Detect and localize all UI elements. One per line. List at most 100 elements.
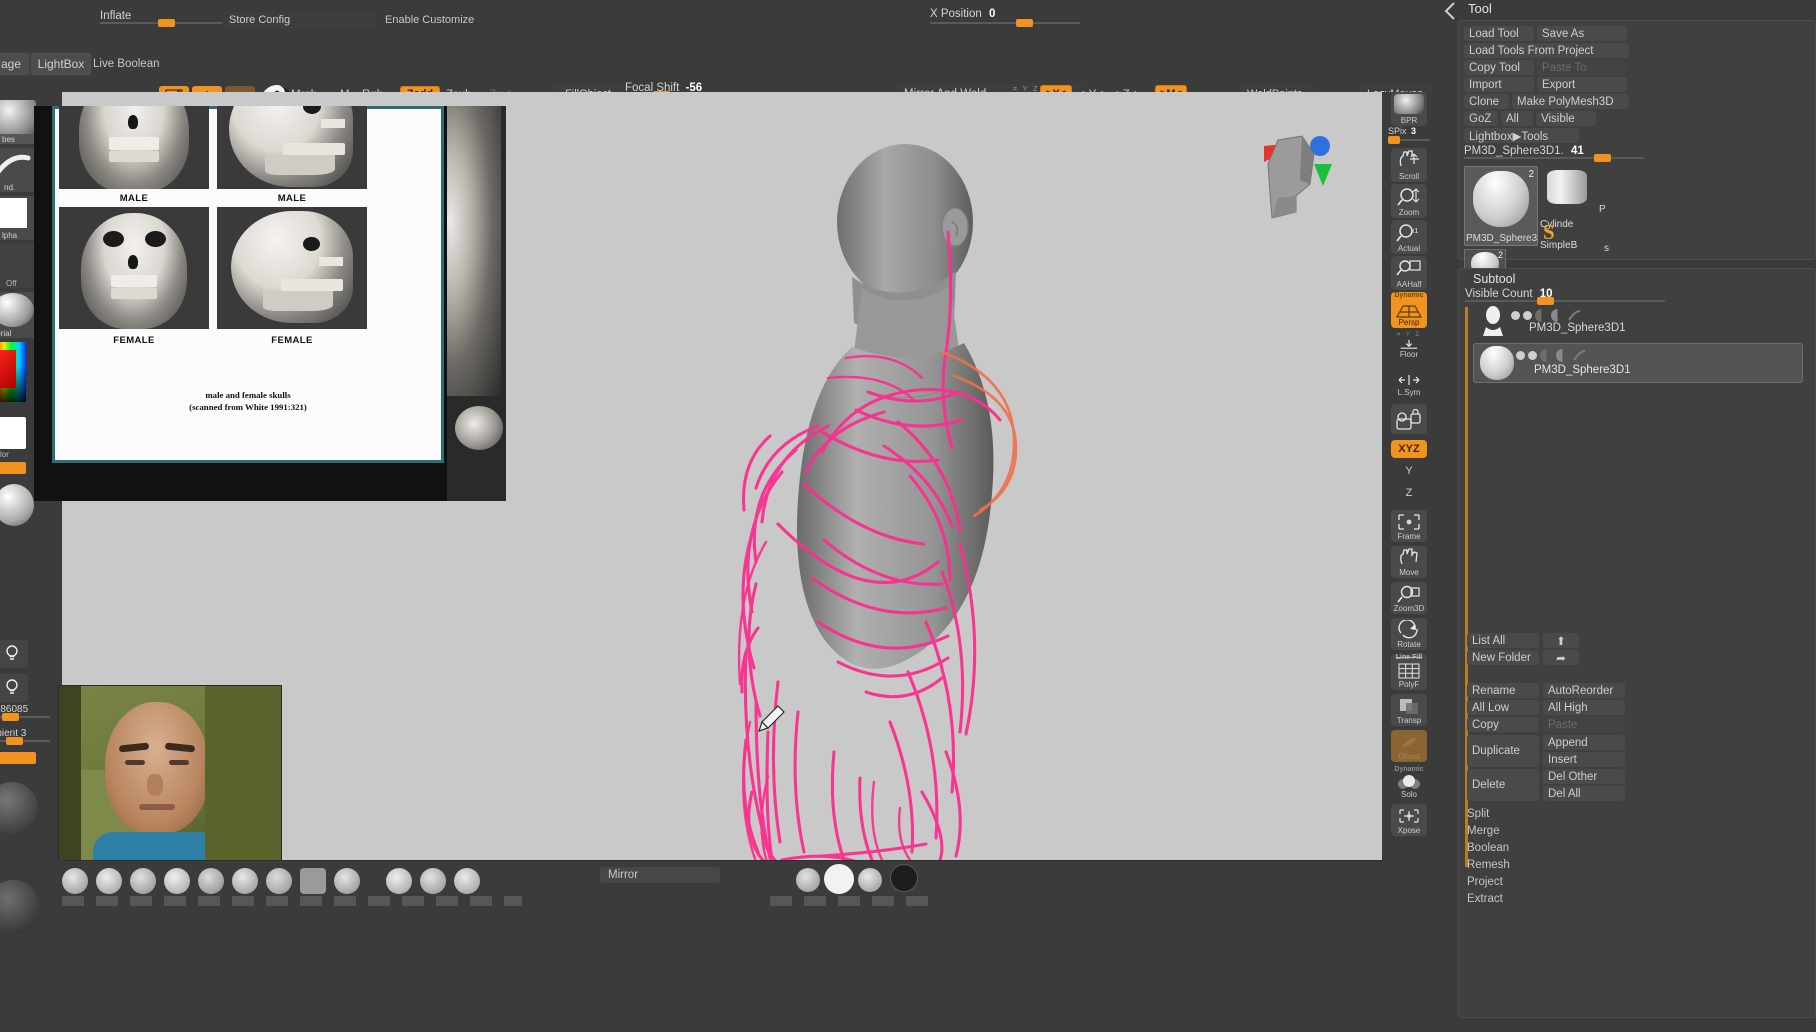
bottom-brush-preview-8[interactable] xyxy=(300,868,326,894)
move-into-folder-button[interactable]: ➦ xyxy=(1543,650,1579,665)
subtool-eye-toggle[interactable] xyxy=(1511,311,1520,320)
subtool-brush-icon[interactable] xyxy=(1567,309,1581,322)
copy-button[interactable]: Copy xyxy=(1467,717,1539,732)
nav-head-widget[interactable] xyxy=(1262,134,1320,222)
brush-swatch[interactable]: bes xyxy=(0,100,36,144)
paste-button[interactable]: Paste xyxy=(1543,717,1625,732)
rail-transp-button[interactable]: Transp xyxy=(1391,694,1427,726)
bottom-brush-preview-3[interactable] xyxy=(130,868,156,894)
subtool-brush-icon[interactable] xyxy=(1572,349,1586,362)
split-section[interactable]: Split xyxy=(1467,808,1489,820)
bottom-brush-preview-9[interactable] xyxy=(334,868,360,894)
rail-zoom-button[interactable]: Zoom xyxy=(1391,184,1427,218)
webcam-overlay[interactable] xyxy=(58,685,282,862)
save-as-button[interactable]: Save As xyxy=(1537,26,1627,41)
tool-item-cylinder[interactable]: Cylinde xyxy=(1540,166,1595,230)
move-up-button[interactable]: ⬆ xyxy=(1543,633,1579,648)
list-all-button[interactable]: List All xyxy=(1467,633,1539,648)
light-intensity-slider[interactable]: 0.86085 xyxy=(0,704,50,721)
lightbox-button[interactable]: LightBox xyxy=(30,52,92,76)
rail-persp-button[interactable]: Dynamic Persp xyxy=(1391,292,1427,328)
rail-lsym-button[interactable]: L.Sym xyxy=(1391,370,1427,398)
bottom-brush-preview-2[interactable] xyxy=(96,868,122,894)
subtool-eye-toggle-2[interactable] xyxy=(1523,311,1532,320)
bottom-alpha-preview-2[interactable] xyxy=(824,864,854,894)
light-sphere-preview[interactable] xyxy=(0,782,38,834)
rail-floor-button[interactable]: ⌗ Y Z Floor xyxy=(1391,332,1427,360)
live-boolean-button[interactable]: Live Boolean xyxy=(93,58,160,70)
rename-button[interactable]: Rename xyxy=(1467,683,1539,698)
rail-polyf-button[interactable]: Line Fill PolyF xyxy=(1391,654,1427,690)
tool-item-label-s[interactable]: s xyxy=(1604,243,1609,254)
subtool-half-circle-icon[interactable] xyxy=(1535,309,1548,322)
goz-button[interactable]: GoZ xyxy=(1464,111,1498,126)
current-color-swatch[interactable] xyxy=(0,417,26,449)
rail-yrot-button[interactable]: Y xyxy=(1391,462,1427,480)
subtool-row[interactable]: PM3D_Sphere3D1 xyxy=(1473,305,1803,341)
rail-aahalf-button[interactable]: AAHalf xyxy=(1391,256,1427,290)
rail-solo-button[interactable]: Dynamic Solo xyxy=(1391,766,1427,800)
extract-section[interactable]: Extract xyxy=(1467,893,1503,905)
light-button-1[interactable] xyxy=(0,640,28,668)
insert-button[interactable]: Insert xyxy=(1543,752,1625,767)
rail-move-button[interactable]: Move xyxy=(1391,546,1427,578)
color-picker[interactable] xyxy=(0,342,26,402)
subtool-half-circle-icon-2[interactable] xyxy=(1556,349,1569,362)
light-color-bar[interactable] xyxy=(0,752,36,764)
rail-transform-lock-button[interactable] xyxy=(1391,404,1427,434)
all-button[interactable]: All xyxy=(1501,111,1533,126)
mirror-field[interactable]: Mirror xyxy=(600,867,720,883)
bottom-brush-preview-10[interactable] xyxy=(386,868,412,894)
del-other-button[interactable]: Del Other xyxy=(1543,769,1625,784)
duplicate-button[interactable]: Duplicate xyxy=(1467,735,1539,767)
subtool-eye-toggle[interactable] xyxy=(1516,351,1525,360)
ambient-slider[interactable]: mbient 3 xyxy=(0,728,50,745)
bottom-brush-preview-6[interactable] xyxy=(232,868,258,894)
store-config-button[interactable]: Store Config xyxy=(222,12,377,28)
rail-frame-button[interactable]: Frame xyxy=(1391,510,1427,542)
bottom-alpha-preview-1[interactable] xyxy=(796,868,820,892)
boolean-section[interactable]: Boolean xyxy=(1467,842,1509,854)
light-button-2[interactable] xyxy=(0,674,28,702)
current-tool-slider[interactable]: PM3D_Sphere3D1. 41 xyxy=(1464,145,1644,162)
bottom-brush-preview-12[interactable] xyxy=(454,868,480,894)
alpha-swatch[interactable]: lpha xyxy=(0,196,36,240)
material-preview-sphere[interactable] xyxy=(0,484,34,526)
append-button[interactable]: Append xyxy=(1543,735,1625,750)
subtool-half-circle-icon-2[interactable] xyxy=(1551,309,1564,322)
remesh-section[interactable]: Remesh xyxy=(1467,859,1510,871)
texture-swatch[interactable]: Off xyxy=(0,244,36,288)
new-folder-button[interactable]: New Folder xyxy=(1467,650,1539,665)
rail-ghost-button[interactable]: Ghost xyxy=(1391,730,1427,762)
secondary-color-swatch[interactable] xyxy=(0,462,26,474)
all-high-button[interactable]: All High xyxy=(1543,700,1625,715)
del-all-button[interactable]: Del All xyxy=(1543,786,1625,801)
bottom-alpha-preview-4[interactable] xyxy=(890,864,918,892)
image-button[interactable]: age xyxy=(0,52,30,76)
make-polymesh3d-button[interactable]: Make PolyMesh3D xyxy=(1512,94,1629,109)
bottom-brush-preview-11[interactable] xyxy=(420,868,446,894)
x-position-slider[interactable]: X Position 0 xyxy=(930,8,1080,27)
material-swatch[interactable]: terial xyxy=(0,292,36,338)
rail-xpose-button[interactable]: Xpose xyxy=(1391,804,1427,836)
collapse-arrow-icon[interactable] xyxy=(1440,0,1462,22)
rail-scroll-button[interactable]: Scroll xyxy=(1391,148,1427,182)
rail-spix-slider[interactable]: SPix 3 xyxy=(1388,126,1430,144)
3d-canvas[interactable]: MALE MALE FEMALE FEMALE male and female … xyxy=(34,92,1382,862)
rail-xyz-button[interactable]: XYZ xyxy=(1391,440,1427,458)
rail-bpr-button[interactable]: BPR xyxy=(1391,92,1427,126)
subtool-half-circle-icon[interactable] xyxy=(1540,349,1553,362)
tool-item-simplebrush[interactable]: S SimpleB xyxy=(1540,219,1595,251)
paste-tool-button[interactable]: Paste To xyxy=(1537,60,1627,75)
tool-item-pm3d-sphere3[interactable]: 2 PM3D_Sphere3 xyxy=(1464,166,1538,246)
clone-button[interactable]: Clone xyxy=(1464,94,1509,109)
all-low-button[interactable]: All Low xyxy=(1467,700,1539,715)
bottom-brush-preview-5[interactable] xyxy=(198,868,224,894)
load-tools-from-project-button[interactable]: Load Tools From Project xyxy=(1464,43,1629,58)
copy-tool-button[interactable]: Copy Tool xyxy=(1464,60,1534,75)
visible-button[interactable]: Visible xyxy=(1536,111,1596,126)
subtool-eye-toggle-2[interactable] xyxy=(1528,351,1537,360)
autoreorder-button[interactable]: AutoReorder xyxy=(1543,683,1625,698)
rail-zoom3d-button[interactable]: Zoom3D xyxy=(1391,582,1427,614)
merge-section[interactable]: Merge xyxy=(1467,825,1500,837)
